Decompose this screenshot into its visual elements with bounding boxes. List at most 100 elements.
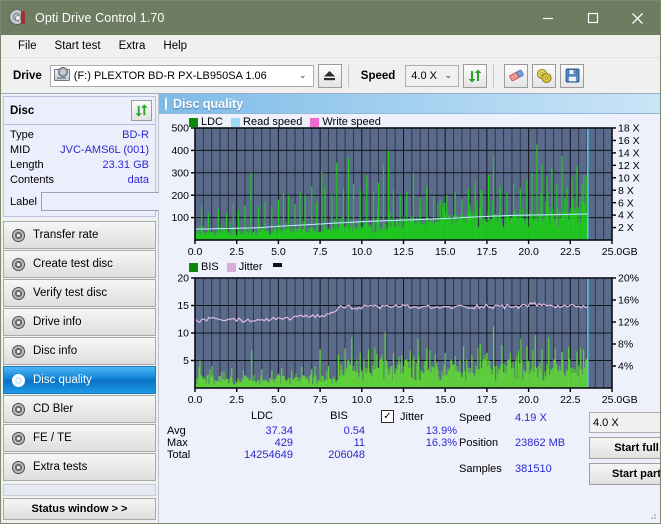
svg-text:8 X: 8 X — [618, 185, 634, 197]
svg-text:400: 400 — [171, 145, 189, 157]
bis-jitter-chart-svg[interactable]: 5 10 15 20 4% 8% 12% 16% 20% 0.0 2.5 5.0 7.5 10.0 12.5… — [159, 260, 660, 408]
sidebar-item-cd-bler[interactable]: CD Bler — [3, 395, 156, 423]
disc-contents-value: data — [127, 174, 149, 186]
eject-button[interactable] — [317, 63, 342, 88]
minimize-icon[interactable] — [525, 1, 570, 35]
stats-total-jitter — [375, 449, 465, 461]
svg-text:2.5: 2.5 — [229, 394, 244, 406]
svg-text:18 X: 18 X — [618, 123, 640, 135]
eraser-button[interactable] — [504, 63, 529, 88]
sidebar-item-disc-info[interactable]: Disc info — [3, 337, 156, 365]
stats-max-bis: 11 — [353, 437, 365, 449]
svg-text:5.0: 5.0 — [271, 246, 286, 258]
svg-text:20: 20 — [177, 273, 189, 285]
disc-icon — [12, 257, 25, 271]
svg-text:20.0: 20.0 — [518, 246, 539, 258]
legend-entry-bis: BIS — [189, 261, 219, 273]
ldc-chart-container: LDC Read speed Write speed 100 200 300 400 5… — [159, 114, 660, 260]
menu-help[interactable]: Help — [154, 37, 196, 55]
disc-row-contents: Contents data — [10, 173, 149, 188]
refresh-button[interactable] — [463, 63, 488, 88]
disc-refresh-button[interactable] — [131, 100, 152, 121]
speed-result-value: 4.19 X — [515, 412, 547, 424]
sidebar-item-label: Drive info — [33, 316, 82, 328]
page-title: Disc quality — [173, 96, 244, 111]
svg-text:10.0: 10.0 — [352, 246, 373, 258]
svg-text:20%: 20% — [618, 273, 639, 285]
stats-avg-jitter: 13.9% — [425, 425, 457, 437]
jitter-checkbox[interactable]: ✓ — [381, 410, 394, 423]
svg-text:500: 500 — [171, 123, 189, 135]
position-label: Position — [459, 437, 499, 449]
speed-result-label: Speed — [459, 412, 491, 424]
svg-text:25.0: 25.0 — [602, 246, 623, 258]
svg-text:22.5: 22.5 — [560, 246, 581, 258]
disc-quality-header: Disc quality — [159, 94, 660, 114]
menu-file[interactable]: File — [9, 37, 46, 55]
ldc-chart-svg[interactable]: 1002003004005002 X4 X6 X8 X10 X12 X14 X1… — [159, 114, 660, 260]
svg-text:0.0: 0.0 — [188, 394, 203, 406]
maximize-icon[interactable] — [570, 1, 615, 35]
sidebar-item-disc-quality[interactable]: Disc quality — [3, 366, 156, 394]
disc-properties: Type BD-R MID JVC-AMS6L (001) Length 23.… — [4, 125, 244, 216]
sidebar-item-label: Verify test disc — [33, 287, 108, 299]
disc-icon — [165, 96, 167, 111]
status-window-button[interactable]: Status window > > — [3, 498, 156, 520]
close-icon[interactable] — [615, 1, 660, 35]
drive-icon — [53, 66, 70, 83]
sidebar-item-fe-te[interactable]: FE / TE — [3, 424, 156, 452]
sidebar-item-label: Extra tests — [33, 461, 88, 473]
sidebar-item-label: CD Bler — [33, 403, 74, 415]
disc-icon — [12, 344, 25, 358]
save-button[interactable] — [560, 63, 585, 88]
svg-text:14 X: 14 X — [618, 147, 640, 159]
svg-text:4%: 4% — [618, 361, 633, 373]
toolbar: Drive (F:) PLEXTOR BD-R PX-LB950SA 1.06 … — [1, 58, 660, 94]
stats-row-max-label: Max — [167, 437, 188, 449]
svg-text:2 X: 2 X — [618, 222, 634, 234]
svg-text:100: 100 — [171, 212, 189, 224]
disc-icon — [12, 402, 25, 416]
start-full-button[interactable]: Start full — [589, 437, 660, 459]
app-window: Opti Drive Control 1.70 File Start test … — [0, 0, 661, 524]
sidebar-item-verify-test-disc[interactable]: Verify test disc — [3, 279, 156, 307]
window-title: Opti Drive Control 1.70 — [35, 11, 165, 25]
legend-marker-dash — [272, 262, 282, 267]
test-controls-panel: Speed 4.19 X 4.0 X ⌄ Position 23862 MB S… — [459, 410, 660, 496]
drive-select[interactable]: (F:) PLEXTOR BD-R PX-LB950SA 1.06 ⌄ — [49, 64, 314, 87]
sidebar-item-transfer-rate[interactable]: Transfer rate — [3, 221, 156, 249]
svg-text:10.0: 10.0 — [352, 394, 373, 406]
sidebar-item-create-test-disc[interactable]: Create test disc — [3, 250, 156, 278]
disc-info-panel: Disc Type BD-R MID JVC-AMS6L (001) Lengt… — [3, 96, 244, 217]
chevron-down-icon: ⌄ — [299, 70, 307, 80]
sidebar-item-label: FE / TE — [33, 432, 72, 444]
window-controls — [525, 1, 660, 35]
stats-max-jitter: 16.3% — [425, 437, 457, 449]
sidebar-item-label: Transfer rate — [33, 229, 99, 241]
sidebar-item-label: Disc info — [33, 345, 78, 357]
menu-start-test[interactable]: Start test — [46, 37, 110, 55]
legend-entry-read-speed: Read speed — [231, 116, 302, 128]
disc-row-type: Type BD-R — [10, 128, 149, 143]
resize-grip-icon[interactable] — [647, 510, 657, 520]
nav-list: Transfer rate Create test disc Verify te… — [1, 221, 158, 482]
sidebar-item-label: Disc quality — [33, 374, 92, 386]
start-part-button[interactable]: Start part — [589, 463, 660, 485]
legend-entry-jitter: Jitter — [226, 261, 263, 273]
speed-select[interactable]: 4.0 X ⌄ — [405, 64, 460, 87]
stats-col-ldc: LDC — [250, 410, 273, 422]
menu-extra[interactable]: Extra — [110, 37, 155, 55]
svg-text:12%: 12% — [618, 317, 639, 329]
disc-label-row: Label — [10, 191, 244, 212]
disc-row-mid: MID JVC-AMS6L (001) — [10, 143, 149, 158]
discs-button[interactable] — [532, 63, 557, 88]
test-speed-select[interactable]: 4.0 X ⌄ — [589, 412, 660, 433]
svg-text:5.0: 5.0 — [271, 394, 286, 406]
svg-text:15.0: 15.0 — [435, 246, 456, 258]
sidebar-item-drive-info[interactable]: Drive info — [3, 308, 156, 336]
svg-text:GB: GB — [622, 246, 637, 258]
sidebar-item-extra-tests[interactable]: Extra tests — [3, 453, 156, 481]
legend-entry-write-speed: Write speed — [310, 116, 381, 128]
stats-total-ldc: 14254649 — [244, 449, 293, 461]
legend-label-bis: BIS — [201, 261, 219, 273]
